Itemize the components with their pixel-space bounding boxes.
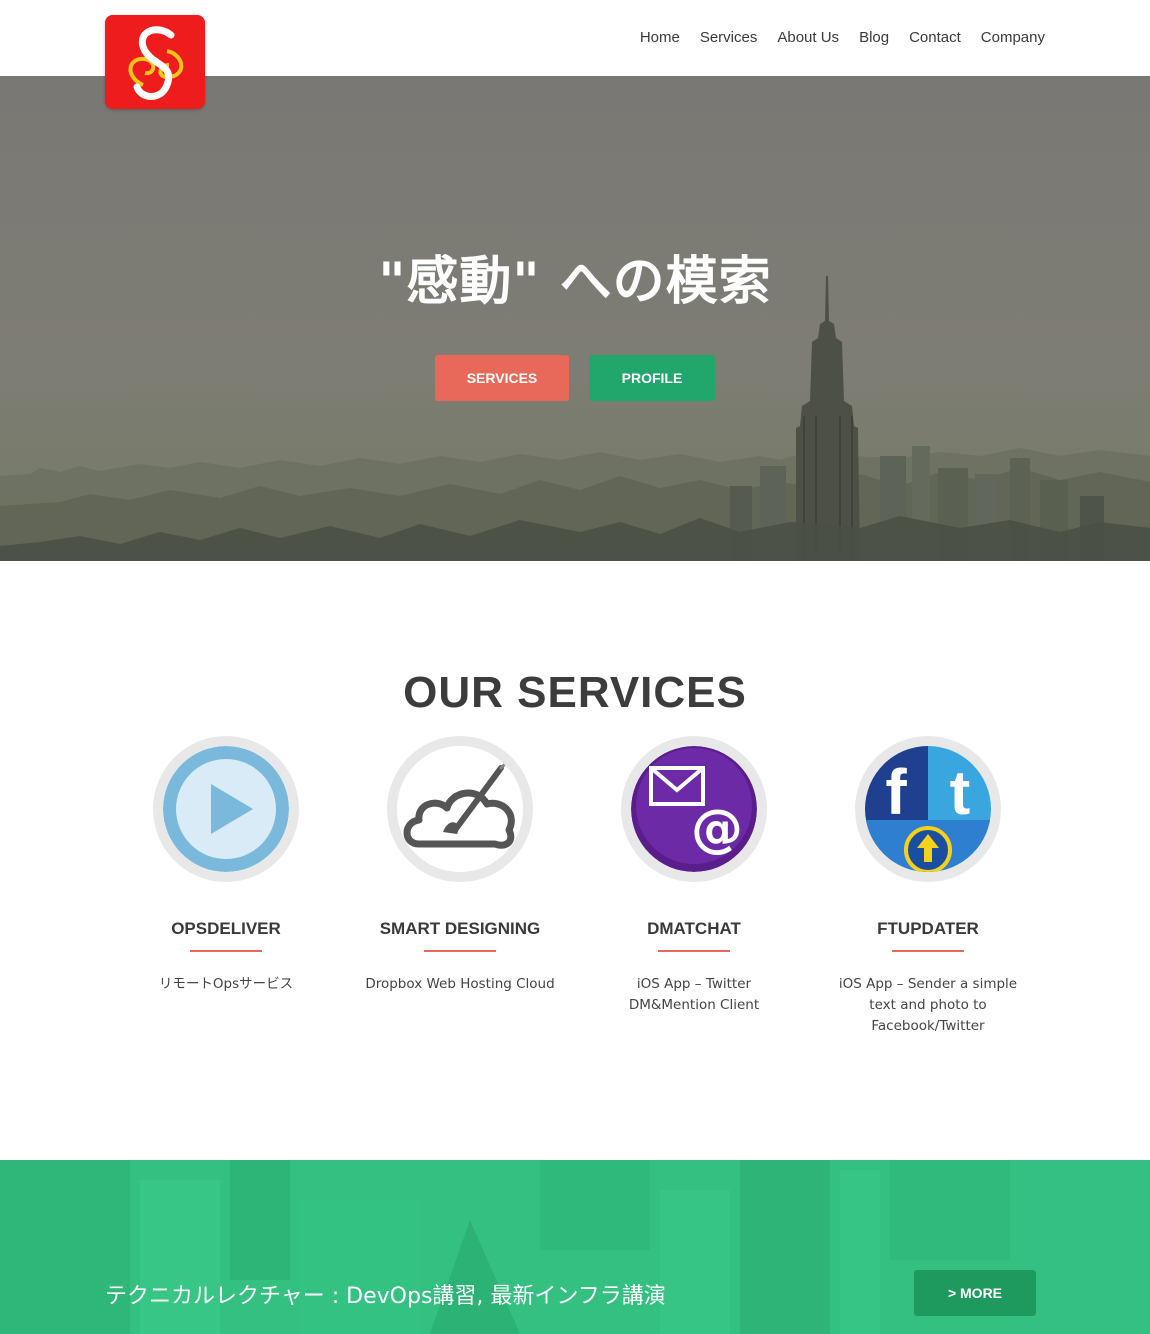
cloud-brush-icon [397, 746, 523, 872]
services-heading: OUR SERVICES [403, 668, 747, 717]
hero-section: "感動" への模索 SERVICES PROFILE [0, 76, 1150, 561]
profile-button[interactable]: PROFILE [589, 355, 715, 401]
service-title: FTUPDATER [877, 919, 979, 938]
service-divider [892, 950, 964, 952]
service-icon-ring [153, 736, 299, 882]
facebook-twitter-upload-icon: f t [865, 746, 991, 872]
mail-at-icon: @ [631, 746, 757, 872]
hero-title: "感動" への模索 [378, 252, 772, 312]
svg-text:t: t [950, 759, 971, 828]
service-description: iOS App – Twitter DM&Mention Client [628, 976, 760, 1013]
service-card-dmatchat[interactable]: @ DMATCHAT iOS App – Twitter DM&Mention … [577, 736, 811, 1016]
logo-s-mark-icon [105, 15, 205, 109]
service-divider [658, 950, 730, 952]
svg-text:@: @ [691, 799, 743, 859]
service-card-ftupdater[interactable]: f t FTUPDATER iOS App – Sender a simple … [811, 736, 1045, 1037]
service-title: OPSDELIVER [171, 919, 281, 938]
service-icon-ring [387, 736, 533, 882]
service-icon-ring: f t [855, 736, 1001, 882]
nav-company[interactable]: Company [981, 28, 1045, 48]
site-logo[interactable] [105, 15, 205, 109]
more-button[interactable]: > MORE [914, 1270, 1036, 1316]
lecture-banner: テクニカルレクチャー : DevOps講習, 最新インフラ講演 > MORE [0, 1160, 1150, 1334]
nav-contact[interactable]: Contact [909, 28, 961, 48]
services-button[interactable]: SERVICES [435, 355, 569, 401]
city-skyline-background [0, 76, 1150, 561]
service-icon-ring: @ [621, 736, 767, 882]
main-nav: Home Services About Us Blog Contact Comp… [620, 28, 1045, 48]
service-divider [190, 950, 262, 952]
nav-about-us[interactable]: About Us [777, 28, 839, 48]
lecture-banner-text: テクニカルレクチャー : DevOps講習, 最新インフラ講演 [105, 1284, 666, 1309]
nav-blog[interactable]: Blog [859, 28, 889, 48]
svg-text:f: f [885, 756, 907, 828]
service-description: iOS App – Sender a simple text and photo… [838, 976, 1018, 1034]
service-title: SMART DESIGNING [379, 919, 541, 938]
service-title: DMATCHAT [647, 919, 741, 938]
nav-services[interactable]: Services [700, 28, 758, 48]
service-description: Dropbox Web Hosting Cloud [365, 976, 555, 992]
service-card-smart-designing[interactable]: SMART DESIGNING Dropbox Web Hosting Clou… [343, 736, 577, 995]
service-description: リモートOpsサービス [158, 976, 294, 992]
play-icon [163, 746, 289, 872]
service-divider [424, 950, 496, 952]
service-card-opsdeliver[interactable]: OPSDELIVER リモートOpsサービス [109, 736, 343, 995]
nav-home[interactable]: Home [640, 28, 680, 48]
